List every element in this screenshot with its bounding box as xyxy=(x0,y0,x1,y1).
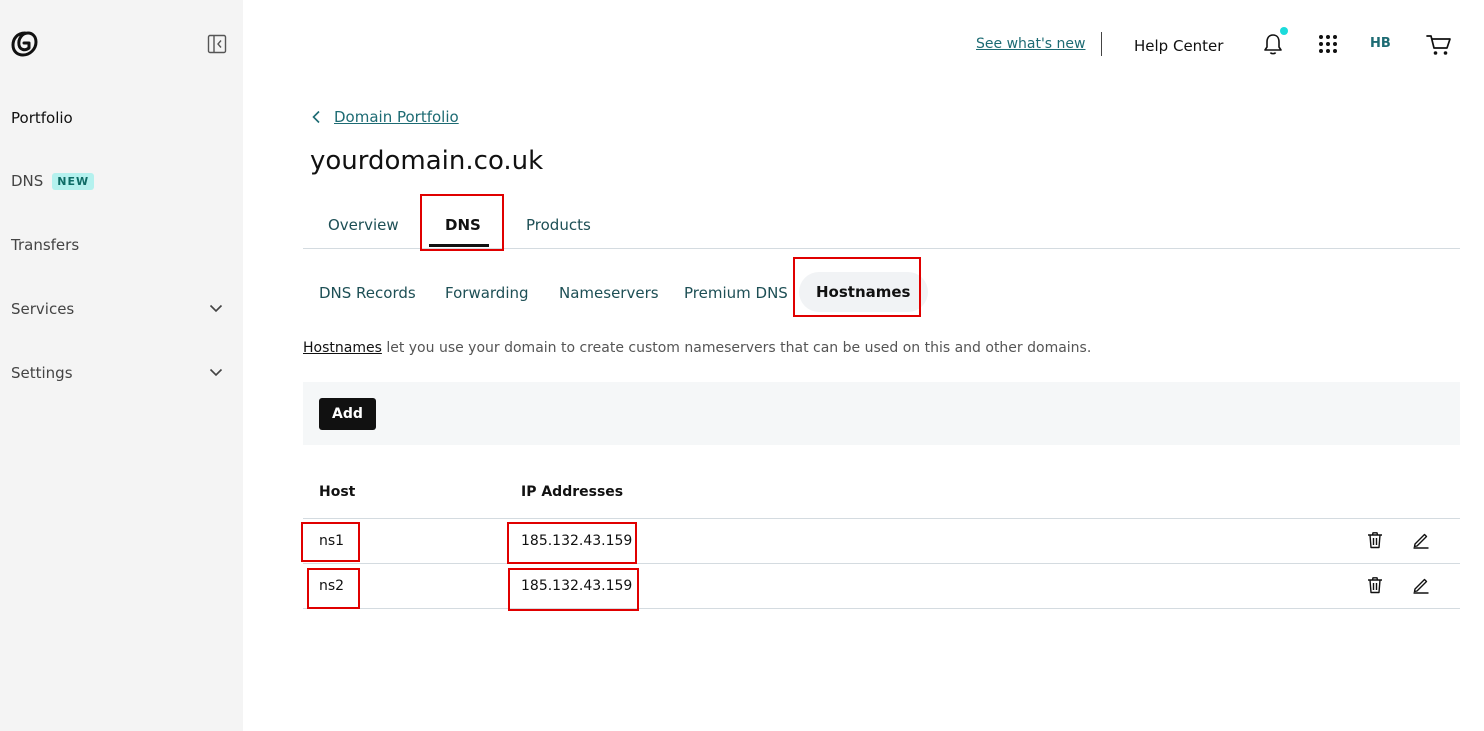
trash-icon[interactable] xyxy=(1366,531,1384,549)
add-hostname-button[interactable]: Add xyxy=(319,398,376,430)
hostnames-help-link[interactable]: Hostnames xyxy=(303,340,382,356)
chevron-down-icon xyxy=(209,304,223,313)
breadcrumb-link[interactable]: Domain Portfolio xyxy=(334,108,459,126)
hostnames-table: Host IP Addresses ns1 185.132.43.159 ns2… xyxy=(303,470,1460,609)
subtab-hostnames[interactable]: Hostnames xyxy=(799,272,928,312)
table-header: Host IP Addresses xyxy=(303,470,1460,519)
tab-overview[interactable]: Overview xyxy=(328,216,399,234)
notification-dot xyxy=(1280,27,1288,35)
sidebar-item-dns[interactable]: DNS NEW xyxy=(11,167,233,195)
description-text: let you use your domain to create custom… xyxy=(381,340,1092,356)
column-header-host: Host xyxy=(319,484,356,500)
new-badge: NEW xyxy=(52,172,95,190)
subtab-premium-dns[interactable]: Premium DNS xyxy=(684,284,788,302)
dns-subtabs: DNS Records Forwarding Nameservers Premi… xyxy=(303,272,1003,312)
sidebar-item-label: Services xyxy=(11,300,75,318)
avatar[interactable]: HB xyxy=(1370,36,1400,56)
tab-products[interactable]: Products xyxy=(526,216,591,234)
sidebar-item-label: Settings xyxy=(11,364,73,382)
tab-dns[interactable]: DNS xyxy=(445,216,481,234)
primary-tabs: Overview DNS Products xyxy=(303,196,1460,249)
ip-cell: 185.132.43.159 xyxy=(521,578,633,594)
ip-cell: 185.132.43.159 xyxy=(521,533,633,549)
sidebar-item-label: Portfolio xyxy=(11,109,73,127)
help-center-link[interactable]: Help Center xyxy=(1134,37,1223,55)
trash-icon[interactable] xyxy=(1366,576,1384,594)
sidebar-item-transfers[interactable]: Transfers xyxy=(11,231,233,259)
page-title: yourdomain.co.uk xyxy=(310,146,544,176)
sidebar-item-portfolio[interactable]: Portfolio xyxy=(11,104,233,132)
table-toolbar: Add xyxy=(303,382,1460,445)
chevron-down-icon xyxy=(209,368,223,377)
table-row: ns2 185.132.43.159 xyxy=(303,564,1460,609)
subtab-forwarding[interactable]: Forwarding xyxy=(445,284,529,302)
column-header-ip: IP Addresses xyxy=(521,484,624,500)
table-row: ns1 185.132.43.159 xyxy=(303,519,1460,564)
sidebar-item-services[interactable]: Services xyxy=(11,295,233,323)
apps-grid-icon[interactable] xyxy=(1318,34,1338,54)
sidebar: Portfolio DNS NEW Transfers Services Set… xyxy=(0,0,243,731)
whats-new-link[interactable]: See what's new xyxy=(976,36,1085,52)
host-cell: ns1 xyxy=(319,533,345,549)
active-tab-indicator xyxy=(429,244,489,247)
sidebar-item-label: DNS xyxy=(11,172,44,190)
topbar-divider xyxy=(1101,32,1102,56)
edit-pencil-icon[interactable] xyxy=(1412,576,1430,594)
edit-pencil-icon[interactable] xyxy=(1412,531,1430,549)
bell-icon[interactable] xyxy=(1262,32,1284,56)
cart-icon[interactable] xyxy=(1426,33,1452,57)
chevron-left-icon xyxy=(312,110,320,124)
subtab-nameservers[interactable]: Nameservers xyxy=(559,284,659,302)
sidebar-item-label: Transfers xyxy=(11,236,80,254)
collapse-sidebar-icon[interactable] xyxy=(207,34,227,54)
host-cell: ns2 xyxy=(319,578,345,594)
breadcrumb[interactable]: Domain Portfolio xyxy=(310,108,459,126)
hostnames-description: Hostnames let you use your domain to cre… xyxy=(303,340,1091,356)
subtab-dns-records[interactable]: DNS Records xyxy=(319,284,416,302)
brand-logo-icon[interactable] xyxy=(10,30,40,58)
sidebar-item-settings[interactable]: Settings xyxy=(11,359,233,387)
